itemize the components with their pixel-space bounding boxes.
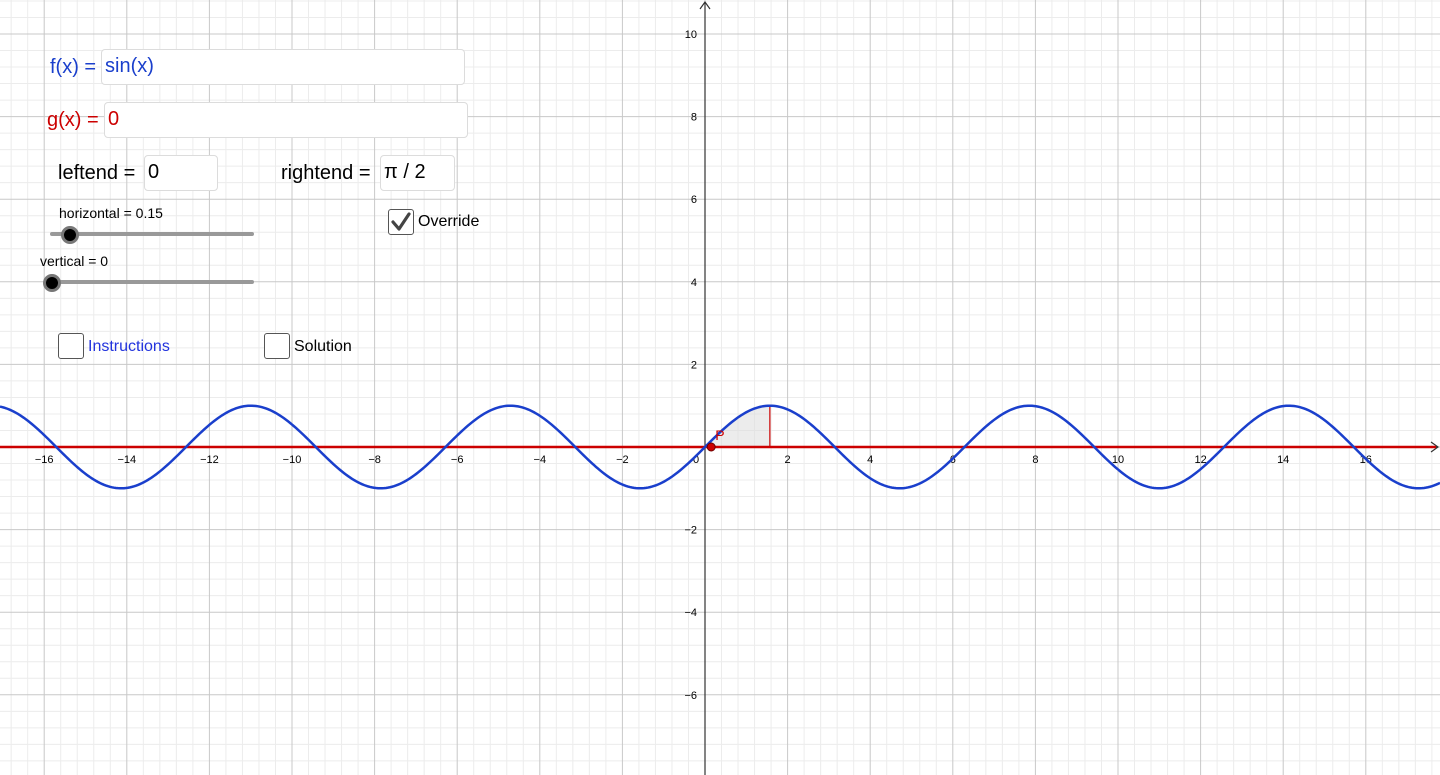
- y-tick-label: −4: [684, 607, 697, 619]
- rightend-input[interactable]: π / 2: [380, 155, 455, 191]
- g-label: g(x) =: [47, 109, 99, 131]
- x-tick-label: −12: [200, 454, 219, 466]
- x-tick-label: −4: [534, 454, 547, 466]
- leftend-label: leftend =: [58, 162, 136, 184]
- vertical-slider-track[interactable]: [50, 280, 254, 284]
- solution-label: Solution: [294, 338, 352, 355]
- point-p-label: P: [715, 427, 724, 443]
- vertical-slider-label: vertical = 0: [40, 253, 109, 269]
- x-tick-label: 8: [1032, 454, 1038, 466]
- y-tick-label: −6: [684, 690, 697, 702]
- x-tick-label: 4: [867, 454, 873, 466]
- override-checkbox[interactable]: [388, 209, 414, 235]
- y-tick-label: 6: [691, 194, 697, 206]
- instructions-checkbox[interactable]: [58, 333, 84, 359]
- y-tick-label: 2: [691, 359, 697, 371]
- x-tick-label: 14: [1277, 454, 1289, 466]
- y-tick-label: 4: [691, 277, 697, 289]
- y-tick-label: 8: [691, 112, 697, 124]
- leftend-input[interactable]: 0: [144, 155, 218, 191]
- x-tick-label: −2: [616, 454, 629, 466]
- instructions-label[interactable]: Instructions: [88, 338, 170, 356]
- x-tick-labels: −16 −14 −12 −10 −8 −6 −4 −2 0 2 4 6 8 10 12 14 16: [35, 454, 1372, 466]
- x-tick-label: −10: [283, 454, 302, 466]
- x-tick-label: −8: [368, 454, 381, 466]
- x-tick-label: −16: [35, 454, 54, 466]
- y-tick-label: −2: [684, 525, 697, 537]
- y-tick-label: 10: [685, 29, 697, 41]
- f-input[interactable]: sin(x): [101, 49, 465, 85]
- horizontal-slider-knob[interactable]: [61, 226, 79, 244]
- x-tick-label: −14: [117, 454, 136, 466]
- f-label: f(x) =: [50, 56, 97, 78]
- vertical-slider-knob[interactable]: [43, 274, 61, 292]
- rightend-label: rightend =: [281, 162, 371, 184]
- y-tick-labels: 10 8 6 4 2 −2 −4 −6: [684, 29, 697, 702]
- checkmark-icon: [390, 211, 411, 231]
- override-label: Override: [418, 213, 480, 230]
- x-tick-label: −6: [451, 454, 464, 466]
- horizontal-slider-label: horizontal = 0.15: [59, 205, 163, 221]
- horizontal-slider-track[interactable]: [50, 232, 254, 236]
- x-tick-label: 2: [785, 454, 791, 466]
- g-input[interactable]: 0: [104, 102, 468, 138]
- point-p[interactable]: [706, 442, 716, 452]
- solution-checkbox[interactable]: [264, 333, 290, 359]
